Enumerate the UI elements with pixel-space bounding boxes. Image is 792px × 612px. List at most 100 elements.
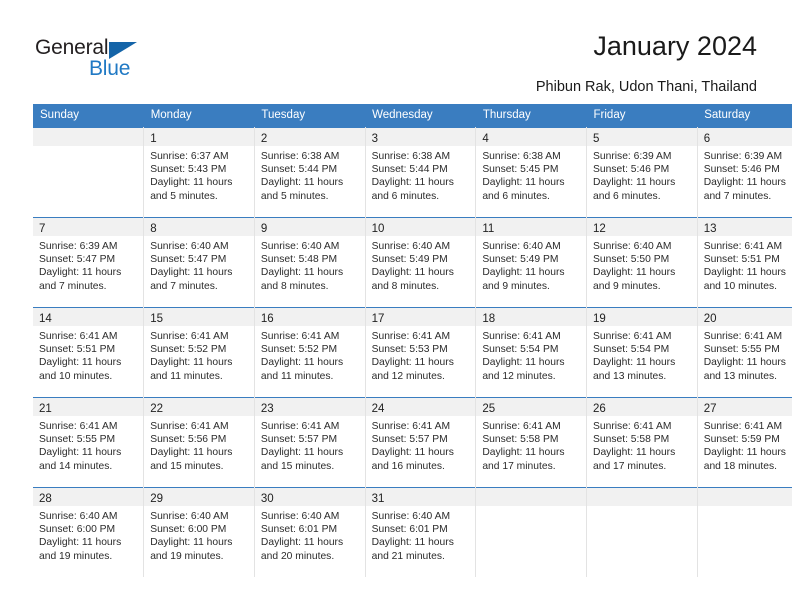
day-details: Sunrise: 6:41 AM Sunset: 5:53 PM Daylight:… bbox=[366, 326, 476, 383]
sunrise-text: Sunrise: 6:38 AM bbox=[260, 151, 340, 162]
daylight-text-line1: Daylight: 11 hours bbox=[482, 357, 565, 369]
daylight-text-line1: Daylight: 11 hours bbox=[150, 537, 233, 549]
calendar-day-cell[interactable]: 11 Sunrise: 6:40 AM Sunset: 5:49 PM Dayligh… bbox=[475, 217, 588, 308]
daylight-text-line1: Daylight: 11 hours bbox=[150, 357, 233, 369]
daylight-text-line2: and 7 minutes. bbox=[39, 280, 107, 292]
day-number: 4 bbox=[482, 133, 489, 145]
calendar-day-cell[interactable]: 20 Sunrise: 6:41 AM Sunset: 5:55 PM Dayligh… bbox=[697, 307, 792, 398]
calendar-day-cell[interactable]: 29 Sunrise: 6:40 AM Sunset: 6:00 PM Dayligh… bbox=[143, 487, 255, 577]
sunset-text: Sunset: 5:55 PM bbox=[39, 434, 116, 446]
daylight-text-line2: and 7 minutes. bbox=[703, 190, 772, 202]
calendar-day-cell[interactable]: 21 Sunrise: 6:41 AM Sunset: 5:55 PM Dayligh… bbox=[33, 397, 145, 488]
calendar-week-row: 28 Sunrise: 6:40 AM Sunset: 6:00 PM Dayligh… bbox=[33, 487, 792, 577]
calendar-day-cell[interactable]: 22 Sunrise: 6:41 AM Sunset: 5:56 PM Dayligh… bbox=[143, 397, 255, 488]
day-number-band: 2 bbox=[254, 128, 365, 146]
calendar-day-cell[interactable]: 19 Sunrise: 6:41 AM Sunset: 5:54 PM Dayligh… bbox=[586, 307, 698, 398]
daylight-text-line2: and 11 minutes. bbox=[150, 370, 223, 382]
daylight-text-line1: Daylight: 11 hours bbox=[39, 447, 122, 459]
calendar-day-cell[interactable]: 10 Sunrise: 6:40 AM Sunset: 5:49 PM Dayligh… bbox=[365, 217, 477, 308]
calendar-day-cell[interactable]: 27 Sunrise: 6:41 AM Sunset: 5:59 PM Dayligh… bbox=[697, 397, 792, 488]
sunrise-text: Sunrise: 6:41 AM bbox=[260, 421, 340, 432]
daylight-text-line2: and 9 minutes. bbox=[482, 280, 550, 292]
day-number: 14 bbox=[39, 313, 52, 325]
calendar-day-cell[interactable]: 14 Sunrise: 6:41 AM Sunset: 5:51 PM Dayligh… bbox=[33, 307, 145, 398]
day-number-band bbox=[476, 488, 587, 506]
calendar-day-cell[interactable]: 6 Sunrise: 6:39 AM Sunset: 5:46 PM Daylight… bbox=[697, 127, 792, 218]
calendar-day-cell[interactable]: 30 Sunrise: 6:40 AM Sunset: 6:01 PM Dayligh… bbox=[254, 487, 366, 577]
daylight-text-line2: and 6 minutes. bbox=[593, 190, 661, 202]
calendar-day-cell[interactable]: 13 Sunrise: 6:41 AM Sunset: 5:51 PM Dayligh… bbox=[697, 217, 792, 308]
calendar-day-cell[interactable]: 25 Sunrise: 6:41 AM Sunset: 5:58 PM Dayligh… bbox=[475, 397, 588, 488]
calendar-day-cell[interactable]: 2 Sunrise: 6:38 AM Sunset: 5:44 PM Daylight… bbox=[254, 127, 366, 218]
calendar-day-cell[interactable]: 23 Sunrise: 6:41 AM Sunset: 5:57 PM Dayligh… bbox=[254, 397, 366, 488]
daylight-text-line2: and 17 minutes. bbox=[482, 460, 556, 472]
sunset-text: Sunset: 5:53 PM bbox=[371, 344, 448, 356]
day-number: 10 bbox=[371, 223, 385, 235]
calendar-day-cell[interactable]: 3 Sunrise: 6:38 AM Sunset: 5:44 PM Daylight… bbox=[365, 127, 477, 218]
daylight-text-line1: Daylight: 11 hours bbox=[482, 267, 565, 279]
day-details: Sunrise: 6:40 AM Sunset: 5:48 PM Daylight:… bbox=[255, 236, 365, 293]
daylight-text-line1: Daylight: 11 hours bbox=[260, 267, 344, 279]
calendar-day-cell[interactable]: 5 Sunrise: 6:39 AM Sunset: 5:46 PM Daylight… bbox=[586, 127, 698, 218]
day-number: 20 bbox=[703, 313, 717, 325]
sunrise-text: Sunrise: 6:40 AM bbox=[371, 241, 451, 252]
day-details: Sunrise: 6:40 AM Sunset: 5:49 PM Daylight:… bbox=[476, 236, 586, 293]
calendar-empty-cell bbox=[586, 487, 698, 577]
sunrise-text: Sunrise: 6:41 AM bbox=[482, 421, 561, 432]
sunset-text: Sunset: 6:00 PM bbox=[150, 524, 227, 536]
daylight-text-line1: Daylight: 11 hours bbox=[39, 537, 122, 549]
day-number-band: 1 bbox=[144, 128, 254, 146]
sunrise-text: Sunrise: 6:40 AM bbox=[39, 511, 118, 522]
calendar-day-cell[interactable]: 8 Sunrise: 6:40 AM Sunset: 5:47 PM Daylight… bbox=[143, 217, 255, 308]
sunrise-text: Sunrise: 6:41 AM bbox=[39, 421, 118, 432]
daylight-text-line1: Daylight: 11 hours bbox=[593, 357, 676, 369]
day-number-band: 28 bbox=[33, 488, 144, 506]
sunset-text: Sunset: 5:51 PM bbox=[703, 254, 780, 266]
daylight-text-line1: Daylight: 11 hours bbox=[371, 447, 454, 459]
day-number-band: 10 bbox=[365, 218, 476, 236]
daylight-text-line2: and 9 minutes. bbox=[593, 280, 661, 292]
day-number-band: 9 bbox=[254, 218, 365, 236]
daylight-text-line1: Daylight: 11 hours bbox=[260, 177, 344, 189]
sunset-text: Sunset: 5:43 PM bbox=[150, 164, 227, 176]
day-details: Sunrise: 6:40 AM Sunset: 6:01 PM Daylight:… bbox=[255, 506, 365, 563]
day-number: 28 bbox=[39, 493, 52, 505]
day-details: Sunrise: 6:41 AM Sunset: 5:59 PM Daylight:… bbox=[698, 416, 792, 473]
sunrise-text: Sunrise: 6:41 AM bbox=[150, 421, 229, 432]
day-number: 11 bbox=[482, 223, 495, 235]
calendar-grid: Sunday Monday Tuesday Wednesday Thursday… bbox=[33, 104, 792, 577]
calendar-day-cell[interactable]: 28 Sunrise: 6:40 AM Sunset: 6:00 PM Dayligh… bbox=[33, 487, 145, 577]
calendar-day-cell[interactable]: 18 Sunrise: 6:41 AM Sunset: 5:54 PM Dayligh… bbox=[475, 307, 588, 398]
day-number-band: 4 bbox=[476, 128, 587, 146]
calendar-day-cell[interactable]: 7 Sunrise: 6:39 AM Sunset: 5:47 PM Daylight… bbox=[33, 217, 145, 308]
calendar-day-cell[interactable]: 24 Sunrise: 6:41 AM Sunset: 5:57 PM Dayligh… bbox=[365, 397, 477, 488]
sunrise-text: Sunrise: 6:41 AM bbox=[371, 421, 451, 432]
day-details: Sunrise: 6:40 AM Sunset: 6:00 PM Daylight:… bbox=[144, 506, 254, 563]
daylight-text-line1: Daylight: 11 hours bbox=[260, 357, 344, 369]
calendar-day-cell[interactable]: 9 Sunrise: 6:40 AM Sunset: 5:48 PM Daylight… bbox=[254, 217, 366, 308]
calendar-day-cell[interactable]: 1 Sunrise: 6:37 AM Sunset: 5:43 PM Daylight… bbox=[143, 127, 255, 218]
calendar-day-cell[interactable]: 12 Sunrise: 6:40 AM Sunset: 5:50 PM Dayligh… bbox=[586, 217, 698, 308]
sunrise-text: Sunrise: 6:40 AM bbox=[150, 511, 229, 522]
daylight-text-line2: and 14 minutes. bbox=[39, 460, 113, 472]
day-number-band: 13 bbox=[697, 218, 792, 236]
daylight-text-line2: and 12 minutes. bbox=[482, 370, 556, 382]
daylight-text-line1: Daylight: 11 hours bbox=[703, 177, 786, 189]
day-number-band bbox=[697, 488, 792, 506]
sunrise-text: Sunrise: 6:41 AM bbox=[371, 331, 451, 342]
calendar-day-cell[interactable]: 16 Sunrise: 6:41 AM Sunset: 5:52 PM Dayligh… bbox=[254, 307, 366, 398]
day-details: Sunrise: 6:41 AM Sunset: 5:58 PM Daylight:… bbox=[587, 416, 697, 473]
day-details: Sunrise: 6:37 AM Sunset: 5:43 PM Daylight:… bbox=[144, 146, 254, 203]
calendar-day-cell[interactable]: 17 Sunrise: 6:41 AM Sunset: 5:53 PM Dayligh… bbox=[365, 307, 477, 398]
calendar-day-cell[interactable]: 31 Sunrise: 6:40 AM Sunset: 6:01 PM Dayligh… bbox=[365, 487, 477, 577]
calendar-day-cell[interactable]: 4 Sunrise: 6:38 AM Sunset: 5:45 PM Daylight… bbox=[475, 127, 588, 218]
sunrise-text: Sunrise: 6:40 AM bbox=[260, 241, 340, 252]
day-number: 30 bbox=[260, 493, 274, 505]
day-details: Sunrise: 6:39 AM Sunset: 5:46 PM Daylight:… bbox=[698, 146, 792, 203]
calendar-day-cell[interactable]: 26 Sunrise: 6:41 AM Sunset: 5:58 PM Dayligh… bbox=[586, 397, 698, 488]
daylight-text-line2: and 15 minutes. bbox=[260, 460, 335, 472]
sunrise-text: Sunrise: 6:41 AM bbox=[39, 331, 118, 342]
day-details: Sunrise: 6:41 AM Sunset: 5:54 PM Daylight:… bbox=[587, 326, 697, 383]
calendar-day-cell[interactable]: 15 Sunrise: 6:41 AM Sunset: 5:52 PM Dayligh… bbox=[143, 307, 255, 398]
day-details: Sunrise: 6:41 AM Sunset: 5:57 PM Daylight:… bbox=[366, 416, 476, 473]
